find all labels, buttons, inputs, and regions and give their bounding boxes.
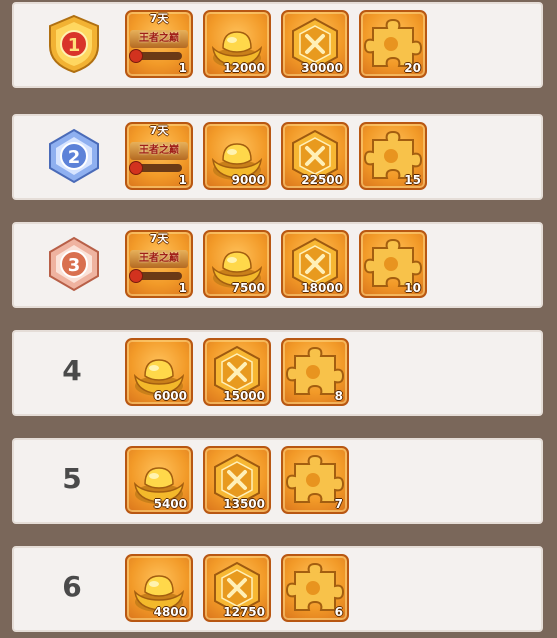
title-name: 王者之巅 (130, 30, 188, 48)
title-dot (129, 161, 143, 175)
reward-item[interactable]: 5400 (125, 446, 193, 514)
reward-row: 22 7天王者之巅 1 9000 22500 15 (12, 114, 543, 200)
reward-item[interactable]: 7天王者之巅 1 (125, 122, 193, 190)
duration-label: 7天 (149, 124, 169, 137)
duration-label: 7天 (149, 12, 169, 25)
svg-text:1: 1 (68, 35, 81, 56)
item-count: 10 (404, 281, 421, 295)
item-count: 1 (178, 173, 187, 187)
reward-row: 6 4800 12750 6 (12, 546, 543, 632)
reward-item[interactable]: 22500 (281, 122, 349, 190)
title-dot (129, 49, 143, 63)
item-count: 5400 (153, 497, 187, 511)
svg-text:3: 3 (68, 255, 81, 276)
rank-number: 4 (62, 354, 82, 387)
gold-rank-1-badge-icon: 11 (42, 12, 106, 76)
reward-item[interactable]: 30000 (281, 10, 349, 78)
item-count: 6000 (153, 389, 187, 403)
item-count: 9000 (231, 173, 265, 187)
rank-number: 6 (62, 570, 82, 603)
item-count: 13500 (223, 497, 265, 511)
reward-item[interactable]: 12000 (203, 10, 271, 78)
reward-item[interactable]: 20 (359, 10, 427, 78)
reward-item[interactable]: 7500 (203, 230, 271, 298)
reward-row: 4 6000 15000 8 (12, 330, 543, 416)
title-dot (129, 269, 143, 283)
reward-item[interactable]: 7天王者之巅 1 (125, 230, 193, 298)
reward-item[interactable]: 10 (359, 230, 427, 298)
rank-number: 5 (62, 462, 82, 495)
reward-item[interactable]: 18000 (281, 230, 349, 298)
title-name: 王者之巅 (130, 142, 188, 160)
item-count: 20 (404, 61, 421, 75)
item-count: 1 (178, 281, 187, 295)
item-count: 6 (334, 605, 343, 619)
item-count: 7 (334, 497, 343, 511)
item-count: 12750 (223, 605, 265, 619)
item-count: 15000 (223, 389, 265, 403)
item-count: 4800 (153, 605, 187, 619)
duration-label: 7天 (149, 232, 169, 245)
reward-item[interactable]: 15000 (203, 338, 271, 406)
item-count: 12000 (223, 61, 265, 75)
reward-row: 5 5400 13500 7 (12, 438, 543, 524)
reward-item[interactable]: 7天王者之巅 1 (125, 10, 193, 78)
reward-item[interactable]: 6 (281, 554, 349, 622)
item-count: 8 (334, 389, 343, 403)
reward-item[interactable]: 7 (281, 446, 349, 514)
svg-text:2: 2 (68, 147, 81, 168)
item-count: 22500 (301, 173, 343, 187)
silver-rank-2-badge-icon: 22 (42, 124, 106, 188)
reward-item[interactable]: 9000 (203, 122, 271, 190)
reward-item[interactable]: 8 (281, 338, 349, 406)
reward-item[interactable]: 13500 (203, 446, 271, 514)
bronze-rank-3-badge-icon: 33 (42, 232, 106, 296)
item-count: 7500 (231, 281, 265, 295)
reward-item[interactable]: 15 (359, 122, 427, 190)
reward-item[interactable]: 6000 (125, 338, 193, 406)
reward-item[interactable]: 12750 (203, 554, 271, 622)
reward-row: 11 7天王者之巅 1 12000 30000 20 (12, 2, 543, 88)
item-count: 30000 (301, 61, 343, 75)
item-count: 15 (404, 173, 421, 187)
reward-item[interactable]: 4800 (125, 554, 193, 622)
item-count: 18000 (301, 281, 343, 295)
title-name: 王者之巅 (130, 250, 188, 268)
reward-row: 33 7天王者之巅 1 7500 18000 10 (12, 222, 543, 308)
item-count: 1 (178, 61, 187, 75)
